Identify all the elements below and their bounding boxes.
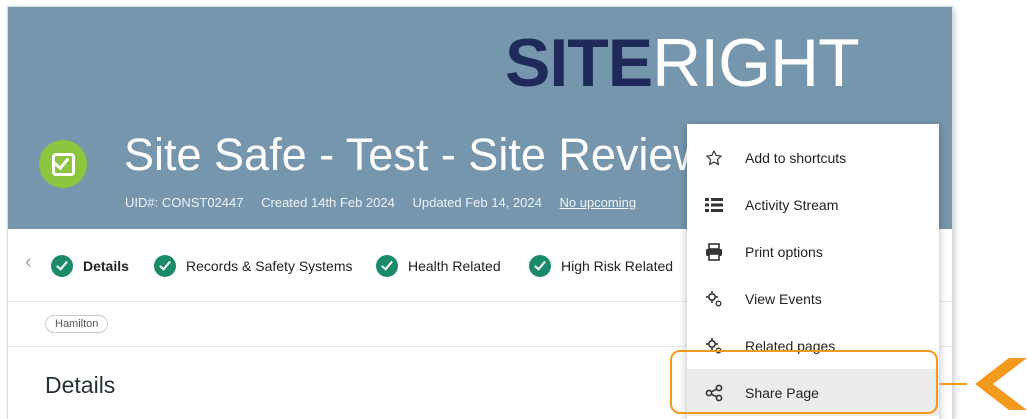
checklist-page-icon bbox=[39, 140, 87, 188]
siteright-logo: SITERIGHT bbox=[505, 29, 860, 97]
callout-arrow-icon bbox=[975, 358, 1027, 410]
callout-line bbox=[940, 383, 967, 385]
tabs-prev-arrow-icon[interactable]: ‹ bbox=[25, 251, 32, 274]
created-text: Created 14th Feb 2024 bbox=[261, 195, 395, 210]
menu-item-label: View Events bbox=[745, 290, 822, 307]
tab-records-safety-systems[interactable]: Records & Safety Systems bbox=[154, 254, 353, 278]
menu-item-activity-stream[interactable]: Activity Stream bbox=[687, 181, 939, 228]
updated-text: Updated Feb 14, 2024 bbox=[412, 195, 542, 210]
logo-bold-text: SITE bbox=[505, 25, 653, 101]
location-tag[interactable]: Hamilton bbox=[45, 315, 109, 333]
menu-item-print-options[interactable]: Print options bbox=[687, 228, 939, 275]
page-title: Site Safe - Test - Site Review bbox=[124, 129, 706, 180]
star-outline-icon bbox=[704, 148, 724, 168]
tab-health-related[interactable]: Health Related bbox=[376, 254, 501, 278]
menu-item-label: Add to shortcuts bbox=[745, 149, 847, 166]
check-circle-icon bbox=[376, 255, 398, 277]
list-icon bbox=[704, 195, 724, 215]
callout-highlight-ring bbox=[670, 350, 938, 414]
printer-icon bbox=[704, 242, 724, 262]
uid-text: UID#: CONST02447 bbox=[125, 195, 244, 210]
tab-label: High Risk Related bbox=[561, 258, 674, 274]
upcoming-link[interactable]: No upcoming bbox=[559, 195, 636, 210]
check-circle-icon bbox=[154, 255, 176, 277]
tab-label: Details bbox=[83, 258, 129, 274]
menu-item-view-events[interactable]: View Events bbox=[687, 275, 939, 322]
tab-label: Health Related bbox=[408, 258, 501, 274]
gears-icon bbox=[704, 289, 724, 309]
tab-label: Records & Safety Systems bbox=[186, 258, 353, 274]
menu-item-add-to-shortcuts[interactable]: Add to shortcuts bbox=[687, 134, 939, 181]
menu-item-label: Activity Stream bbox=[745, 196, 839, 213]
check-circle-icon bbox=[51, 255, 73, 277]
tab-high-risk-related[interactable]: High Risk Related bbox=[529, 254, 673, 278]
logo-light-text: RIGHT bbox=[652, 25, 860, 101]
section-heading: Details bbox=[45, 372, 116, 398]
tab-details[interactable]: Details bbox=[51, 254, 129, 278]
check-circle-icon bbox=[529, 255, 551, 277]
page-meta: UID#: CONST02447 Created 14th Feb 2024 U… bbox=[125, 195, 650, 210]
menu-item-label: Print options bbox=[745, 243, 823, 260]
